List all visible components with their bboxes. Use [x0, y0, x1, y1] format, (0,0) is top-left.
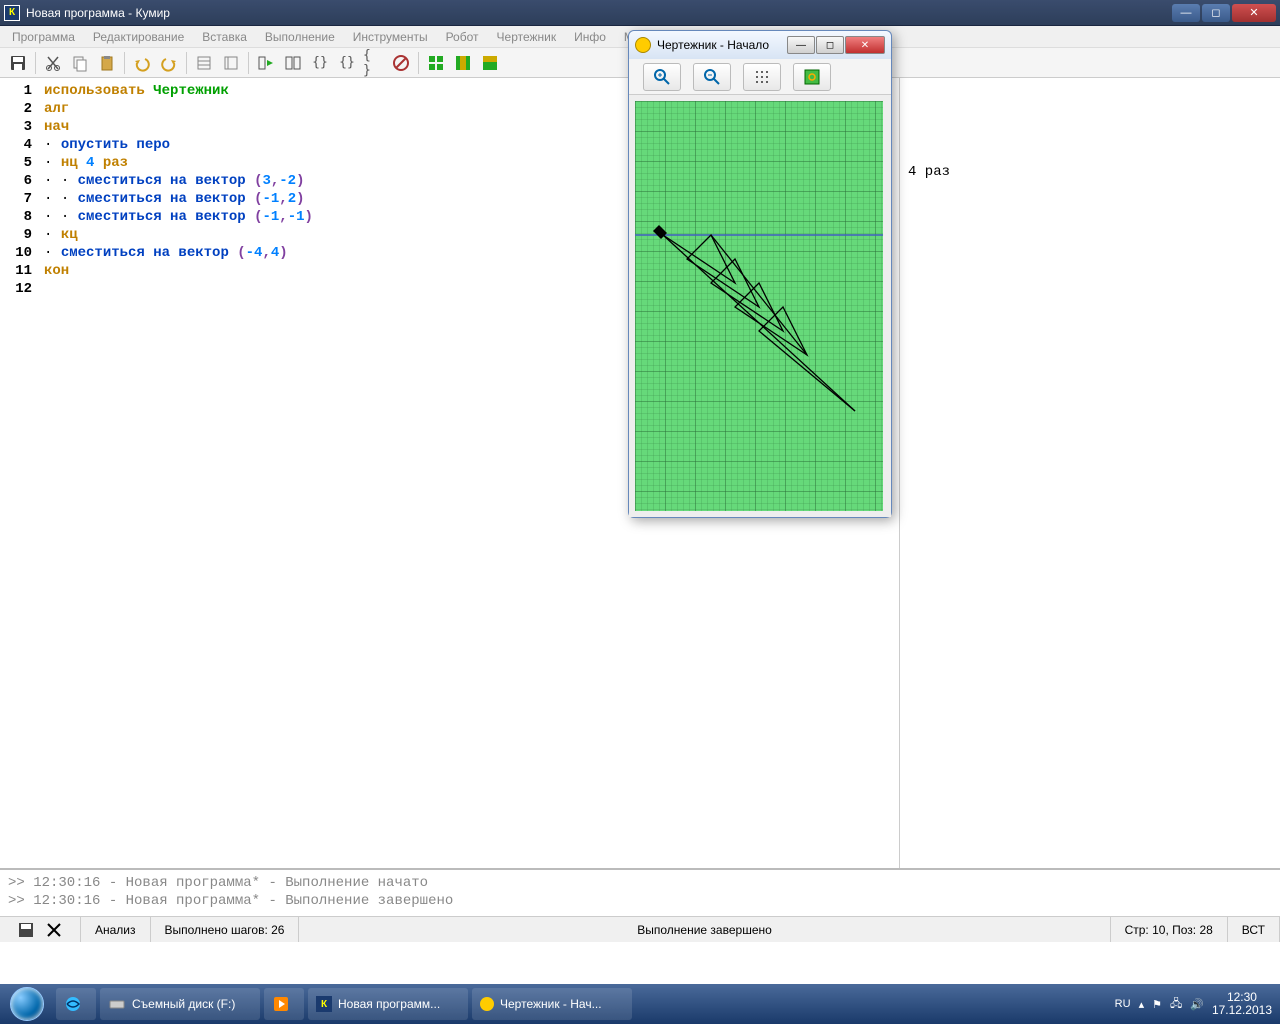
status-position: Стр: 10, Поз: 28 — [1111, 917, 1228, 942]
zoom-out-button[interactable] — [693, 63, 731, 91]
zoom-in-button[interactable] — [643, 63, 681, 91]
paste-button[interactable] — [95, 51, 119, 75]
menu-info[interactable]: Инфо — [566, 28, 614, 46]
window-title: Новая программа - Кумир — [26, 6, 1172, 20]
redo-button[interactable] — [157, 51, 181, 75]
tray-up-icon[interactable]: ▴ — [1139, 998, 1145, 1011]
tray-vol-icon[interactable]: 🔊 — [1190, 998, 1204, 1011]
tray-flag-icon[interactable]: ⚑ — [1152, 998, 1162, 1011]
tray-net-icon[interactable]: 🖧 — [1170, 995, 1182, 1014]
status-steps: Выполнено шагов: 26 — [151, 917, 300, 942]
grid-2[interactable] — [451, 51, 475, 75]
tray-clock[interactable]: 12:3017.12.2013 — [1212, 991, 1272, 1017]
save-icon[interactable] — [17, 921, 35, 939]
drawer-maximize-button[interactable]: ◻ — [816, 36, 844, 54]
status-done: Выполнение завершено — [299, 917, 1110, 942]
output-panel: >> 12:30:16 - Новая программа* - Выполне… — [0, 868, 1280, 916]
taskbar: Съемный диск (F:) КНовая программ... Чер… — [0, 984, 1280, 1024]
taskbar-media[interactable] — [264, 988, 304, 1020]
minimize-button[interactable]: — — [1172, 4, 1200, 22]
grid-3[interactable] — [478, 51, 502, 75]
menu-run[interactable]: Выполнение — [257, 28, 343, 46]
run-button[interactable] — [254, 51, 278, 75]
tray-lang[interactable]: RU — [1115, 998, 1131, 1010]
fit-button[interactable] — [793, 63, 831, 91]
tool-1[interactable] — [192, 51, 216, 75]
taskbar-kumir-label: Новая программ... — [338, 997, 440, 1011]
taskbar-drawer[interactable]: Чертежник - Нач... — [472, 988, 632, 1020]
braces-3[interactable]: { } — [362, 51, 386, 75]
drawer-icon — [635, 37, 651, 53]
grid-1[interactable] — [424, 51, 448, 75]
grid-button[interactable] — [743, 63, 781, 91]
drawer-window[interactable]: Чертежник - Начало — ◻ ✕ — [628, 30, 892, 518]
braces-1[interactable]: {} — [308, 51, 332, 75]
start-button[interactable] — [0, 984, 54, 1024]
maximize-button[interactable]: ◻ — [1202, 4, 1230, 22]
close-button[interactable]: ✕ — [1232, 4, 1276, 22]
drawer-toolbar — [629, 59, 891, 95]
status-analysis: Анализ — [81, 917, 151, 942]
window-titlebar: К Новая программа - Кумир — ◻ ✕ — [0, 0, 1280, 26]
copy-button[interactable] — [68, 51, 92, 75]
menu-drawer[interactable]: Чертежник — [489, 28, 565, 46]
save-button[interactable] — [6, 51, 30, 75]
drawer-title: Чертежник - Начало — [657, 38, 769, 52]
status-mode: ВСТ — [1228, 917, 1280, 942]
output-line-1: >> 12:30:16 - Новая программа* - Выполне… — [8, 874, 1272, 892]
tool-2[interactable] — [219, 51, 243, 75]
system-tray: RU ▴ ⚑ 🖧 🔊 12:3017.12.2013 — [1115, 991, 1280, 1017]
step-button[interactable] — [281, 51, 305, 75]
menu-insert[interactable]: Вставка — [194, 28, 255, 46]
taskbar-drawer-label: Чертежник - Нач... — [500, 997, 602, 1011]
drawer-titlebar[interactable]: Чертежник - Начало — ◻ ✕ — [629, 31, 891, 59]
cancel-icon[interactable] — [45, 921, 63, 939]
braces-2[interactable]: {} — [335, 51, 359, 75]
taskbar-ie[interactable] — [56, 988, 96, 1020]
app-icon: К — [4, 5, 20, 21]
taskbar-disk[interactable]: Съемный диск (F:) — [100, 988, 260, 1020]
drawer-minimize-button[interactable]: — — [787, 36, 815, 54]
taskbar-kumir[interactable]: КНовая программ... — [308, 988, 468, 1020]
undo-button[interactable] — [130, 51, 154, 75]
canvas-svg — [635, 101, 883, 511]
cut-button[interactable] — [41, 51, 65, 75]
menu-tools[interactable]: Инструменты — [345, 28, 436, 46]
drawer-close-button[interactable]: ✕ — [845, 36, 885, 54]
menu-program[interactable]: Программа — [4, 28, 83, 46]
drawer-canvas[interactable] — [635, 101, 883, 511]
taskbar-disk-label: Съемный диск (F:) — [132, 997, 235, 1011]
side-panel: 4 раз — [900, 78, 1280, 868]
side-panel-text: 4 раз — [908, 164, 1272, 180]
menu-robot[interactable]: Робот — [438, 28, 487, 46]
status-bar: Анализ Выполнено шагов: 26 Выполнение за… — [0, 916, 1280, 942]
stop-button[interactable] — [389, 51, 413, 75]
menu-edit[interactable]: Редактирование — [85, 28, 192, 46]
line-gutter: 123456789101112 — [0, 78, 40, 298]
output-line-2: >> 12:30:16 - Новая программа* - Выполне… — [8, 892, 1272, 910]
